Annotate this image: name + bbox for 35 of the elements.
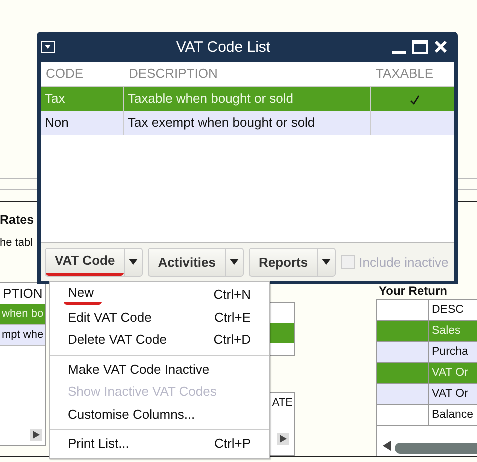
- menu-item[interactable]: Customise Columns...: [50, 404, 269, 426]
- scroll-right-icon[interactable]: [277, 433, 289, 445]
- table-cell: VAT Or: [429, 384, 477, 405]
- table-cell: VAT Or: [429, 363, 477, 384]
- maximize-icon[interactable]: [412, 40, 428, 54]
- scrollbar-thumb[interactable]: [395, 443, 477, 454]
- caret-icon: [322, 259, 332, 265]
- column-header: PTION: [2, 285, 44, 303]
- menu-item[interactable]: Edit VAT Code Ctrl+E: [50, 306, 269, 329]
- menu-item[interactable]: Delete VAT Code Ctrl+D: [50, 329, 269, 352]
- checkmark-icon: [410, 94, 420, 105]
- taxable-cell[interactable]: [371, 87, 454, 111]
- column-header[interactable]: DESCRIPTION: [129, 66, 218, 81]
- menu-item[interactable]: New Ctrl+N: [50, 284, 269, 306]
- caret-icon: [129, 259, 138, 265]
- column-header: ATE: [271, 396, 294, 411]
- scroll-right-icon[interactable]: [30, 429, 42, 441]
- window-title: VAT Code List: [175, 38, 272, 56]
- taxable-cell[interactable]: [371, 111, 454, 135]
- column-header[interactable]: TAXABLE: [376, 66, 434, 81]
- section-heading: Your Return: [379, 284, 448, 298]
- menu-item[interactable]: Make VAT Code Inactive: [50, 358, 269, 381]
- table-cell: Purcha: [429, 342, 477, 363]
- table-row[interactable]: mpt whe: [0, 325, 45, 346]
- close-icon[interactable]: [434, 40, 448, 54]
- description-cell[interactable]: Tax exempt when bought or sold: [124, 111, 371, 135]
- table-cell: Sales: [429, 321, 477, 342]
- menu-item[interactable]: Print List... Ctrl+P: [50, 433, 269, 456]
- scroll-left-icon[interactable]: [382, 440, 392, 452]
- caret-icon: [230, 259, 239, 265]
- section-heading: Rates: [0, 213, 34, 227]
- window-menu-icon[interactable]: [41, 41, 55, 53]
- column-header[interactable]: CODE: [46, 66, 84, 81]
- description-text: he tabl: [0, 237, 34, 249]
- code-cell[interactable]: Non: [41, 111, 124, 135]
